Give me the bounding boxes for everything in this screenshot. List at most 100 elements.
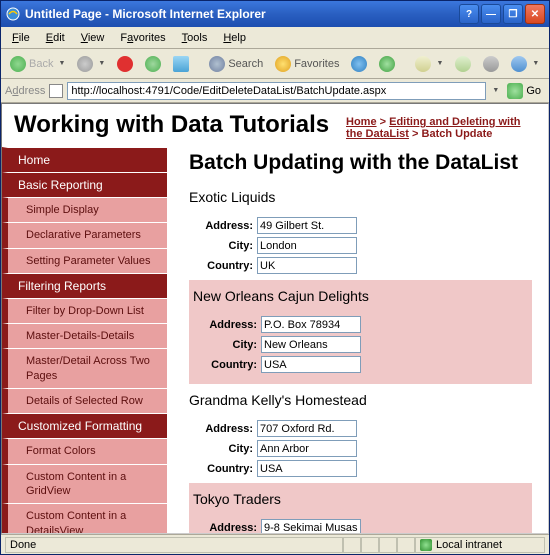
chevron-down-icon: ▼ [98, 60, 105, 67]
print-button[interactable] [478, 54, 504, 74]
menu-tools[interactable]: Tools [175, 30, 215, 46]
go-icon [507, 83, 523, 99]
mail-icon [455, 56, 471, 72]
window-title: Untitled Page - Microsoft Internet Explo… [25, 7, 459, 21]
addressbar: Address ▼ Go [1, 79, 549, 103]
menu-help[interactable]: Help [216, 30, 253, 46]
city-input[interactable] [257, 237, 357, 254]
mail2-button[interactable] [450, 54, 476, 74]
intranet-icon [420, 539, 432, 551]
field-row: City: [189, 237, 532, 254]
address-input[interactable] [261, 519, 361, 534]
country-input[interactable] [257, 460, 357, 477]
page-icon [49, 84, 63, 98]
address-label: Address: [189, 423, 257, 435]
field-row: Address: [189, 420, 532, 437]
country-label: Country: [189, 260, 257, 272]
ie-icon [5, 6, 21, 22]
misc-button[interactable] [546, 54, 550, 74]
nav-item[interactable]: Setting Parameter Values [2, 248, 167, 273]
nav-section[interactable]: Basic Reporting [2, 172, 167, 197]
search-button[interactable]: Search [204, 54, 268, 74]
supplier-block: Tokyo TradersAddress:City:Country: [189, 483, 532, 534]
content-area: Working with Data Tutorials Home > Editi… [1, 103, 549, 534]
nav-item[interactable]: Custom Content in a GridView [2, 464, 167, 504]
address-label: Address [5, 85, 45, 97]
city-input[interactable] [257, 440, 357, 457]
refresh-icon [145, 56, 161, 72]
media-button[interactable] [346, 54, 372, 74]
chevron-down-icon[interactable]: ▼ [492, 87, 499, 94]
status-zone: Local intranet [415, 537, 545, 553]
history-icon [379, 56, 395, 72]
breadcrumb-home[interactable]: Home [346, 116, 377, 128]
address-label: Address: [189, 220, 257, 232]
supplier-name: Tokyo Traders [193, 489, 528, 509]
menu-view[interactable]: View [74, 30, 112, 46]
star-icon [275, 56, 291, 72]
nav-section[interactable]: Filtering Reports [2, 273, 167, 298]
chevron-down-icon: ▼ [58, 60, 65, 67]
field-row: City: [193, 336, 528, 353]
maximize-button[interactable]: ❐ [503, 4, 523, 24]
nav-section[interactable]: Customized Formatting [2, 413, 167, 438]
country-input[interactable] [261, 356, 361, 373]
minimize-button[interactable]: — [481, 4, 501, 24]
address-input[interactable] [257, 420, 357, 437]
supplier-block: Exotic LiquidsAddress:City:Country: [189, 187, 532, 274]
print-icon [483, 56, 499, 72]
edit-button[interactable]: ▼ [506, 54, 544, 74]
nav-home[interactable]: Home [2, 147, 167, 172]
nav-item[interactable]: Custom Content in a DetailsView [2, 503, 167, 534]
city-input[interactable] [261, 336, 361, 353]
main-content: Batch Updating with the DataList Exotic … [167, 147, 548, 534]
page-heading: Batch Updating with the DataList [189, 151, 532, 175]
status-panel [361, 537, 379, 553]
favorites-button[interactable]: Favorites [270, 54, 344, 74]
history-button[interactable] [374, 54, 400, 74]
mail-button[interactable]: ▼ [410, 54, 448, 74]
status-panel [397, 537, 415, 553]
menu-favorites[interactable]: Favorites [113, 30, 172, 46]
site-title: Working with Data Tutorials [14, 112, 346, 138]
country-input[interactable] [257, 257, 357, 274]
nav-item[interactable]: Master-Details-Details [2, 323, 167, 348]
refresh-button[interactable] [140, 54, 166, 74]
nav-item[interactable]: Master/Detail Across Two Pages [2, 348, 167, 388]
nav-item[interactable]: Declarative Parameters [2, 222, 167, 247]
sidebar: Home Basic ReportingSimple DisplayDeclar… [2, 147, 167, 534]
statusbar: Done Local intranet [1, 534, 549, 554]
city-label: City: [193, 339, 261, 351]
menu-edit[interactable]: Edit [39, 30, 72, 46]
field-row: City: [189, 440, 532, 457]
stop-button[interactable] [112, 54, 138, 74]
status-panel [343, 537, 361, 553]
field-row: Country: [189, 257, 532, 274]
back-button[interactable]: Back▼ [5, 54, 70, 74]
address-label: Address: [193, 319, 261, 331]
nav-item[interactable]: Simple Display [2, 197, 167, 222]
close-button[interactable]: ✕ [525, 4, 545, 24]
supplier-block: Grandma Kelly's HomesteadAddress:City:Co… [189, 390, 532, 477]
menu-file[interactable]: File [5, 30, 37, 46]
status-text: Done [5, 537, 343, 553]
home-button[interactable] [168, 54, 194, 74]
search-icon [209, 56, 225, 72]
breadcrumb-current: Batch Update [422, 128, 493, 140]
chevron-down-icon: ▼ [532, 60, 539, 67]
forward-button[interactable]: ▼ [72, 54, 110, 74]
help-button[interactable]: ? [459, 4, 479, 24]
nav-item[interactable]: Filter by Drop-Down List [2, 298, 167, 323]
nav-item[interactable]: Details of Selected Row [2, 388, 167, 413]
forward-icon [77, 56, 93, 72]
go-button[interactable]: Go [503, 83, 545, 99]
back-icon [10, 56, 26, 72]
field-row: Country: [189, 460, 532, 477]
country-label: Country: [189, 463, 257, 475]
address-input[interactable] [67, 82, 486, 100]
nav-item[interactable]: Format Colors [2, 438, 167, 463]
field-row: Address: [193, 519, 528, 534]
address-input[interactable] [261, 316, 361, 333]
address-input[interactable] [257, 217, 357, 234]
breadcrumb: Home > Editing and Deleting with the Dat… [346, 112, 536, 140]
